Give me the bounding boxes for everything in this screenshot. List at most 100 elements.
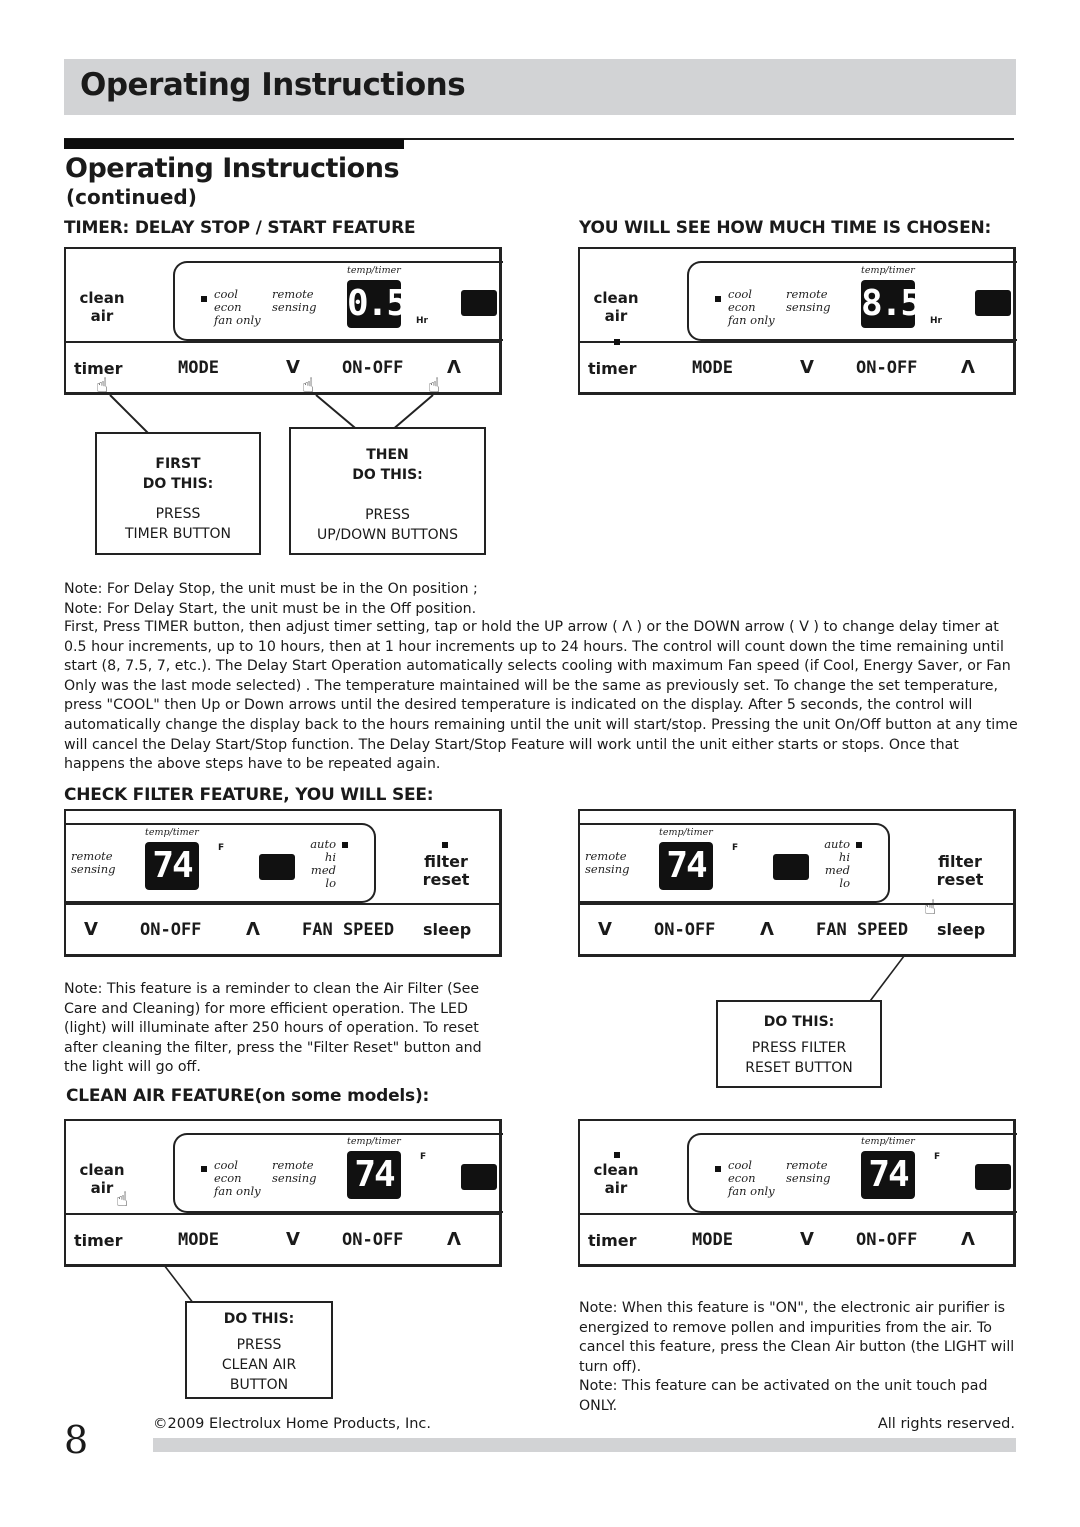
hours-unit: Hr — [416, 316, 428, 326]
temp-display: 74 — [145, 842, 199, 890]
temp-timer-display: 0.5 — [347, 280, 408, 328]
down-arrow-button[interactable]: V — [800, 1229, 814, 1250]
on-off-button[interactable]: ON-OFF — [856, 1230, 917, 1250]
control-panel-clean-air-on: clean air cool econ fan only remote sens… — [578, 1119, 1017, 1267]
callout-first-step: FIRST DO THIS: PRESS TIMER BUTTON — [95, 432, 261, 555]
remote-sensing-label: remote sensing — [585, 849, 630, 876]
filter-section-heading: CHECK FILTER FEATURE, YOU WILL SEE: — [64, 785, 434, 805]
on-off-button[interactable]: ON-OFF — [342, 1230, 403, 1250]
up-arrow-button[interactable]: Λ — [760, 919, 774, 940]
cool-indicator-led — [715, 296, 721, 302]
touchpad-note: Note: This feature can be activated on t… — [579, 1378, 988, 1414]
cool-indicator-led — [201, 296, 207, 302]
down-arrow-button[interactable]: V — [598, 919, 612, 940]
temp-display: 74 — [347, 1151, 401, 1199]
down-arrow-button[interactable]: V — [286, 1229, 300, 1250]
clean-air-button[interactable]: clean air — [74, 289, 130, 325]
timer-section-heading: TIMER: DELAY STOP / START FEATURE — [64, 218, 416, 238]
control-panel-timer-start: clean air cool econ fan only remote sens… — [64, 247, 503, 397]
filter-note: Note: This feature is a reminder to clea… — [64, 981, 482, 1076]
page-title: Operating Instructions — [65, 153, 400, 184]
temp-timer-label: temp/timer — [861, 265, 915, 276]
rights-reserved: All rights reserved. — [877, 1416, 1015, 1432]
on-off-button[interactable]: ON-OFF — [140, 920, 201, 940]
mode-button[interactable]: MODE — [692, 358, 733, 378]
mode-button[interactable]: MODE — [178, 358, 219, 378]
temp-timer-label: temp/timer — [659, 827, 713, 838]
cool-indicator-led — [715, 1166, 721, 1172]
filter-reset-button[interactable]: filter reset — [932, 853, 988, 889]
temp-timer-display: 8.5 — [861, 280, 922, 328]
timer-button[interactable]: timer — [588, 360, 637, 378]
fan-display — [773, 854, 809, 880]
clean-air-section-heading: CLEAN AIR FEATURE(on some models): — [66, 1086, 430, 1106]
fahrenheit-unit: F — [732, 843, 739, 853]
sleep-button[interactable]: sleep — [423, 921, 471, 939]
callout-then-step: THEN DO THIS: PRESS UP/DOWN BUTTONS — [289, 427, 486, 555]
fan-speed-button[interactable]: FAN SPEED — [302, 920, 394, 940]
down-arrow-button[interactable]: V — [800, 357, 814, 378]
fahrenheit-unit: F — [218, 843, 225, 853]
timer-button[interactable]: timer — [74, 1232, 123, 1250]
delay-stop-note: Note: For Delay Stop, the unit must be i… — [64, 581, 478, 597]
up-arrow-button[interactable]: Λ — [961, 1229, 975, 1250]
fahrenheit-unit: F — [934, 1152, 941, 1162]
header-band: Operating Instructions — [64, 59, 1016, 115]
down-arrow-button[interactable]: V — [286, 357, 300, 378]
page-subtitle: (continued) — [66, 185, 197, 209]
mode-button[interactable]: MODE — [692, 1230, 733, 1250]
delay-start-note: Note: For Delay Start, the unit must be … — [64, 601, 477, 617]
fan-display — [975, 290, 1011, 316]
control-panel-clean-air: clean air cool econ fan only remote sens… — [64, 1119, 503, 1267]
remote-sensing-label: remote sensing — [786, 1158, 831, 1185]
copyright: ©2009 Electrolux Home Products, Inc. — [153, 1416, 432, 1432]
callout-filter-reset: DO THIS: PRESS FILTER RESET BUTTON — [716, 1000, 882, 1088]
temp-timer-label: temp/timer — [145, 827, 199, 838]
temp-timer-label: temp/timer — [861, 1136, 915, 1147]
mode-list: cool econ fan only — [728, 1158, 775, 1198]
control-panel-time-chosen: clean air cool econ fan only remote sens… — [578, 247, 1017, 395]
mode-button[interactable]: MODE — [178, 1230, 219, 1250]
up-arrow-button[interactable]: Λ — [447, 1229, 461, 1250]
mode-list: cool econ fan only — [214, 1158, 261, 1198]
up-arrow-button[interactable]: Λ — [961, 357, 975, 378]
fan-speed-levels: auto hi med lo — [824, 837, 850, 890]
fan-speed-button[interactable]: FAN SPEED — [816, 920, 908, 940]
pointing-hand-icon: ☝ — [428, 373, 441, 397]
fan-display — [461, 1164, 497, 1190]
filter-indicator-led — [442, 842, 448, 848]
callout-clean-air: DO THIS: PRESS CLEAN AIR BUTTON — [185, 1301, 333, 1399]
remote-sensing-label: remote sensing — [71, 849, 116, 876]
fahrenheit-unit: F — [420, 1152, 427, 1162]
remote-sensing-label: remote sensing — [272, 1158, 317, 1185]
control-panel-filter-reset: remote sensing temp/timer 74 F auto hi m… — [578, 809, 1016, 957]
header-title: Operating Instructions — [80, 67, 466, 103]
filter-reset-button[interactable]: filter reset — [418, 853, 474, 889]
auto-indicator-led — [856, 842, 862, 848]
pointing-hand-icon: ☝ — [96, 373, 109, 397]
clean-air-button[interactable]: clean air — [588, 289, 644, 325]
on-off-button[interactable]: ON-OFF — [342, 358, 403, 378]
on-off-button[interactable]: ON-OFF — [654, 920, 715, 940]
fan-display — [975, 1164, 1011, 1190]
fan-display — [259, 854, 295, 880]
time-chosen-heading: YOU WILL SEE HOW MUCH TIME IS CHOSEN: — [579, 218, 992, 238]
divider-accent-bar — [64, 139, 404, 149]
on-off-button[interactable]: ON-OFF — [856, 358, 917, 378]
sleep-button[interactable]: sleep — [937, 921, 985, 939]
clean-air-button[interactable]: clean air — [588, 1161, 644, 1197]
up-arrow-button[interactable]: Λ — [447, 357, 461, 378]
temp-timer-label: temp/timer — [347, 265, 401, 276]
page-number: 8 — [64, 1418, 89, 1462]
remote-sensing-label: remote sensing — [272, 287, 317, 314]
remote-sensing-label: remote sensing — [786, 287, 831, 314]
timer-instructions-paragraph: First, Press TIMER button, then adjust t… — [64, 619, 1018, 773]
down-arrow-button[interactable]: V — [84, 919, 98, 940]
up-arrow-button[interactable]: Λ — [246, 919, 260, 940]
footer-band — [153, 1438, 1016, 1452]
clean-air-indicator-led — [614, 1152, 620, 1158]
timer-button[interactable]: timer — [588, 1232, 637, 1250]
clean-air-note: Note: When this feature is "ON", the ele… — [579, 1300, 1015, 1375]
temp-display: 74 — [659, 842, 713, 890]
hours-unit: Hr — [930, 316, 942, 326]
